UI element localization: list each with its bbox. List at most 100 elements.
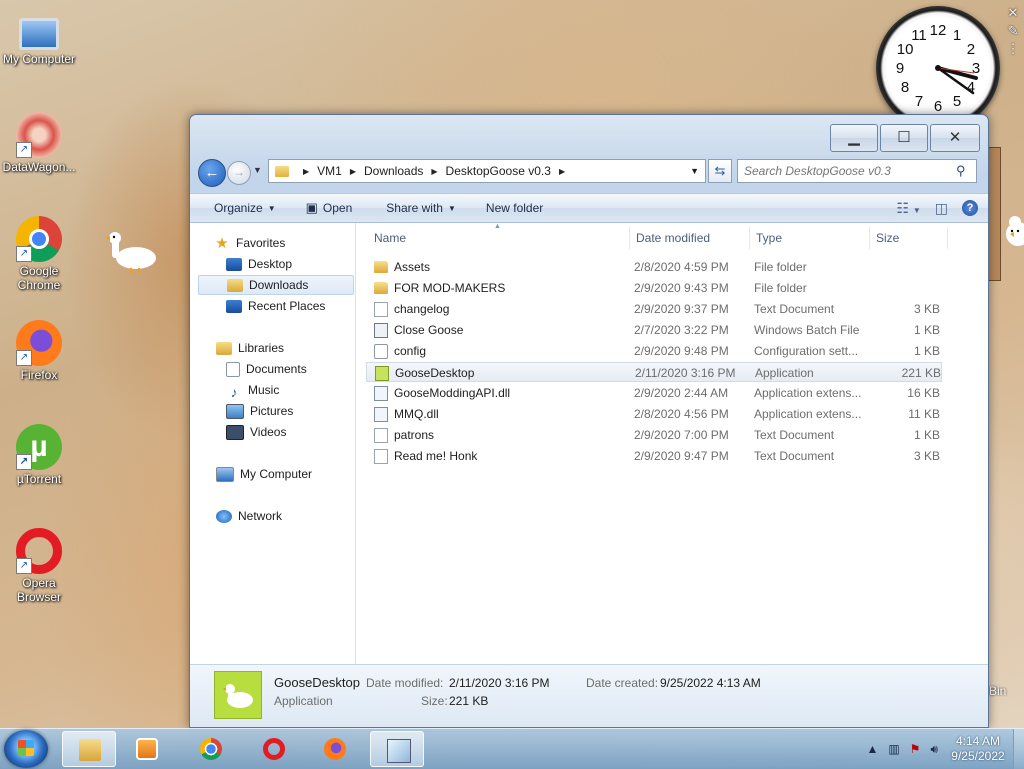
gadget-toolbar[interactable]: ✕ ✎ ⋮: [1003, 4, 1023, 58]
breadcrumb-separator-icon[interactable]: ▶: [559, 167, 565, 176]
desktop-icon-utorrent[interactable]: µ ↗ µTorrent: [0, 424, 78, 486]
desktop-icon-firefox[interactable]: ↗ Firefox: [0, 320, 78, 382]
organize-button[interactable]: Organize ▼: [190, 201, 286, 215]
file-date: 2/9/2020 9:47 PM: [634, 449, 729, 463]
recycle-bin-label[interactable]: Bin: [989, 684, 1006, 698]
open-label: Open: [322, 201, 353, 215]
file-row[interactable]: Read me! Honk 2/9/2020 9:47 PM Text Docume…: [366, 446, 942, 466]
clock-gadget[interactable]: 12 1 2 3 4 5 6 7 8 9 10 11: [876, 6, 1000, 130]
maximize-button[interactable]: ☐: [880, 124, 928, 152]
file-name: changelog: [394, 302, 450, 316]
nav-label: Libraries: [238, 341, 285, 355]
column-header-date[interactable]: Date modified: [630, 227, 750, 249]
computer-icon: [19, 18, 59, 50]
start-button[interactable]: [4, 730, 48, 768]
breadcrumb-vm1[interactable]: VM1: [317, 164, 342, 178]
file-row[interactable]: GooseModdingAPI.dll 2/9/2020 2:44 AM Appli…: [366, 383, 942, 403]
taskbar-chrome[interactable]: [184, 731, 238, 767]
search-box[interactable]: ⚲: [737, 159, 977, 183]
column-header-name[interactable]: Name: [368, 227, 630, 249]
desktop-icon-my-computer[interactable]: My Computer: [0, 10, 78, 66]
explorer-window[interactable]: ▁ ☐ ✕ ← → ▼ ▶ VM1 ▶ Downloads ▶ DesktopG…: [189, 114, 989, 728]
taskbar-notepad[interactable]: [370, 731, 424, 767]
view-options-icon[interactable]: ☷ ▼: [896, 200, 920, 217]
batch-file-icon: [374, 322, 388, 338]
desktop-icon-label: µTorrent: [16, 472, 62, 486]
taskbar-firefox[interactable]: [308, 731, 362, 767]
action-center-flag-icon[interactable]: ⚑: [910, 742, 921, 756]
taskbar-media-player[interactable]: [120, 731, 174, 767]
file-name-cell: FOR MOD-MAKERS: [374, 278, 624, 298]
windows-logo-icon: [18, 740, 34, 756]
share-with-button[interactable]: Share with ▼: [362, 201, 466, 215]
desktop-icon-opera[interactable]: ↗ Opera Browser: [0, 528, 78, 604]
address-dropdown-icon[interactable]: ▼: [684, 166, 705, 176]
file-size: 1 KB: [913, 323, 940, 337]
file-name: MMQ.dll: [394, 407, 439, 421]
breadcrumb-separator-icon[interactable]: ▶: [431, 167, 437, 176]
taskbar-explorer[interactable]: [62, 731, 116, 767]
file-type: Application: [755, 366, 814, 380]
taskbar: ▲ ▥ ⚑ 🔊︎ 4:14 AM 9/25/2022: [0, 728, 1024, 769]
back-button[interactable]: ←: [198, 159, 226, 187]
taskbar-opera[interactable]: [247, 731, 301, 767]
file-type: Application extens...: [754, 386, 862, 400]
file-row[interactable]: FOR MOD-MAKERS 2/9/2020 9:43 PM File folde…: [366, 278, 942, 298]
file-name: Close Goose: [394, 323, 464, 337]
file-size: 3 KB: [913, 302, 940, 316]
file-row[interactable]: Assets 2/8/2020 4:59 PM File folder: [366, 257, 942, 277]
navigation-pane: ★ Favorites Desktop Downloads Recent Pla…: [190, 223, 356, 664]
file-date: 2/9/2020 9:37 PM: [634, 302, 729, 316]
network-status-icon[interactable]: ▥: [888, 742, 899, 756]
file-name-cell: GooseModdingAPI.dll: [374, 383, 624, 403]
file-row[interactable]: Close Goose 2/7/2020 3:22 PM Windows Batch…: [366, 320, 942, 340]
show-desktop-button[interactable]: [1013, 729, 1024, 769]
drag-handle-icon[interactable]: ⋮: [1003, 40, 1023, 58]
help-icon[interactable]: ?: [962, 200, 978, 216]
new-folder-button[interactable]: New folder: [466, 201, 553, 215]
file-row[interactable]: config 2/9/2020 9:48 PM Configuration sett…: [366, 341, 942, 361]
search-icon[interactable]: ⚲: [956, 163, 966, 179]
goose-sprite-edge[interactable]: [1002, 208, 1024, 250]
file-list: Name ▲ Date modified Type Size Assets 2/8…: [356, 223, 988, 664]
column-header-size[interactable]: Size: [870, 227, 948, 249]
forward-button[interactable]: →: [227, 161, 251, 185]
minimize-button[interactable]: ▁: [830, 124, 878, 152]
wrench-icon[interactable]: ✎: [1003, 22, 1023, 40]
nav-downloads[interactable]: Downloads: [198, 275, 354, 295]
shortcut-arrow-icon: ↗: [16, 558, 32, 574]
refresh-button[interactable]: ⇆: [708, 159, 732, 183]
goose-sprite[interactable]: [100, 230, 160, 274]
details-pane: GooseDesktop Application Date modified: …: [190, 664, 988, 727]
file-row[interactable]: GooseDesktop 2/11/2020 3:16 PM Application…: [366, 362, 942, 382]
desktop-icon-datawagon[interactable]: ↗ DataWagon...: [0, 112, 78, 174]
address-bar[interactable]: ▶ VM1 ▶ Downloads ▶ DesktopGoose v0.3 ▶ …: [268, 159, 706, 183]
search-input[interactable]: [738, 163, 956, 179]
column-header-type[interactable]: Type: [750, 227, 870, 249]
show-hidden-icons-icon[interactable]: ▲: [866, 742, 878, 756]
file-name: GooseModdingAPI.dll: [394, 386, 511, 400]
desktop-icon-label: My Computer: [2, 52, 76, 66]
breadcrumb-separator-icon[interactable]: ▶: [350, 167, 356, 176]
desktop-icon-chrome[interactable]: ↗ Google Chrome: [0, 216, 78, 292]
volume-icon[interactable]: 🔊︎: [930, 742, 938, 757]
nav-favorites[interactable]: ★ Favorites: [190, 233, 378, 253]
nav-libraries[interactable]: Libraries: [190, 338, 380, 358]
file-row[interactable]: MMQ.dll 2/8/2020 4:56 PM Application exten…: [366, 404, 942, 424]
close-icon[interactable]: ✕: [1003, 4, 1023, 22]
nav-network[interactable]: Network: [190, 506, 380, 526]
close-button[interactable]: ✕: [930, 124, 980, 152]
file-row[interactable]: changelog 2/9/2020 9:37 PM Text Document 3 …: [366, 299, 942, 319]
background-window-edge[interactable]: [987, 147, 1001, 281]
breadcrumb-desktopgoose[interactable]: DesktopGoose v0.3: [446, 164, 551, 178]
nav-my-computer[interactable]: My Computer: [190, 464, 380, 484]
breadcrumb-separator-icon[interactable]: ▶: [303, 167, 309, 176]
preview-pane-icon[interactable]: ◫: [935, 200, 948, 217]
taskbar-clock[interactable]: 4:14 AM 9/25/2022: [943, 734, 1013, 764]
breadcrumb-downloads[interactable]: Downloads: [364, 164, 423, 178]
maximize-icon: ☐: [897, 129, 911, 146]
open-app-icon: ▣: [305, 200, 318, 215]
open-button[interactable]: ▣ Open: [286, 200, 363, 216]
recent-pages-dropdown[interactable]: ▼: [253, 165, 262, 175]
file-row[interactable]: patrons 2/9/2020 7:00 PM Text Document 1 KB: [366, 425, 942, 445]
